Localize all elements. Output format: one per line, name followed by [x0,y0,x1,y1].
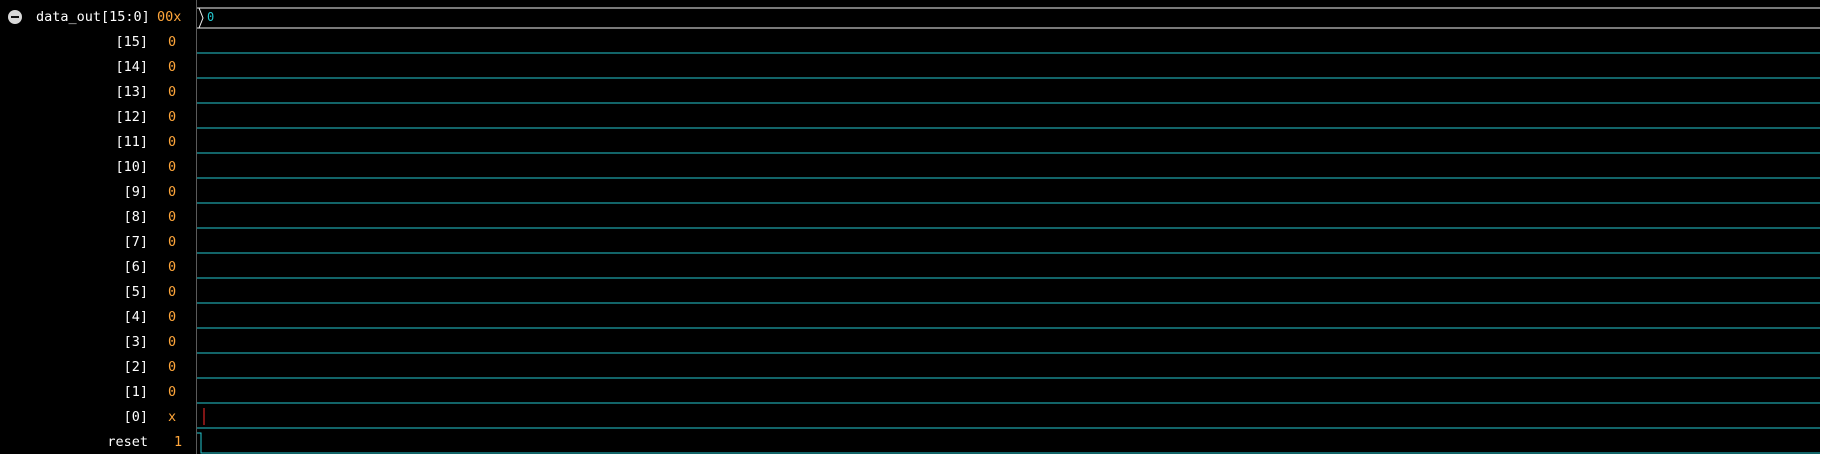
signal-value-column: 00x 0 0 0 0 0 0 0 0 0 0 0 0 0 0 0 x 1 [0,0,196,454]
signal-value: 00x [157,9,182,25]
signal-value: 0 [168,59,177,75]
signal-value: 0 [168,109,177,125]
waveform-viewer: data_out[15:0] [15] [14] [13] [12] [11] [10] [9… [0,0,1826,454]
bus-transition [198,7,204,29]
signal-value: 0 [168,209,177,225]
signal-value: 0 [168,309,177,325]
signal-value: 0 [168,259,177,275]
waveform-area[interactable] [197,0,1826,454]
bus-value-label: 0 [207,10,215,24]
signal-value: 0 [168,334,177,350]
signal-value: 0 [168,84,177,100]
reset-edge [197,432,203,454]
signal-value: 0 [168,359,177,375]
collapse-minus-icon[interactable] [8,10,22,24]
window-edge [1820,0,1826,454]
signal-value: 0 [168,184,177,200]
signal-value: 0 [168,34,177,50]
signal-value: 0 [168,284,177,300]
waveform-canvas [197,7,1820,454]
signal-value: 1 [174,434,183,450]
signal-value: 0 [168,234,177,250]
signal-value: 0 [168,134,177,150]
signal-value: 0 [168,384,177,400]
signal-value: 0 [168,159,177,175]
signal-value: x [168,409,177,425]
